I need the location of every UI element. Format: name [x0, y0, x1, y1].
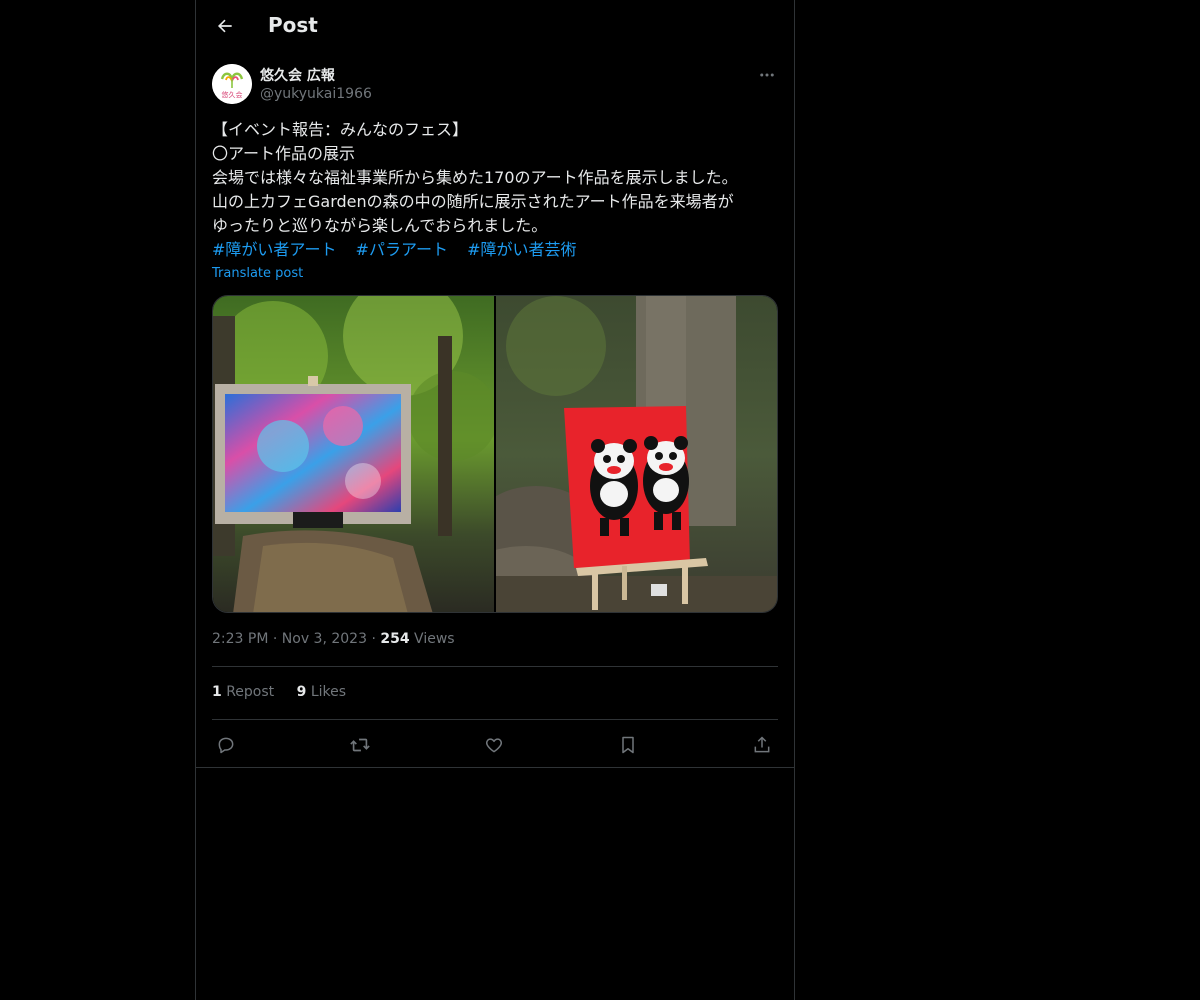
engagement-counts: 1 Repost 9 Likes — [212, 684, 364, 700]
divider — [212, 666, 778, 667]
post-line: 会場では様々な福祉事業所から集めた170のアート作品を展示しました。 — [212, 168, 738, 187]
back-button[interactable] — [208, 9, 242, 43]
repost-icon — [350, 738, 370, 752]
like-icon — [485, 738, 503, 753]
post-bottom-border — [196, 767, 794, 768]
post-author: 悠久会 悠久会 広報 @yukyukai1966 — [212, 64, 778, 108]
translate-post-link[interactable]: Translate post — [212, 266, 303, 281]
bookmark-button[interactable] — [614, 731, 642, 759]
author-handle[interactable]: @yukyukai1966 — [260, 86, 372, 102]
views-label: Views — [414, 631, 455, 647]
more-button[interactable] — [756, 64, 778, 86]
repost-button[interactable] — [346, 731, 374, 759]
meta-separator: · — [371, 631, 376, 647]
likes-count: 9 — [296, 684, 307, 700]
post-meta: 2:23 PM · Nov 3, 2023 · 254 Views — [212, 631, 455, 647]
avatar-logo: 悠久会 — [212, 64, 252, 104]
share-button[interactable] — [748, 731, 776, 759]
author-display-name[interactable]: 悠久会 広報 — [260, 65, 335, 85]
post-body: 【イベント報告：みんなのフェス】 〇アート作品の展示 会場では様々な福祉事業所か… — [212, 118, 778, 238]
photo-panda-painting[interactable] — [496, 296, 777, 612]
reposts-label: Repost — [226, 684, 275, 700]
like-button[interactable] — [480, 731, 508, 759]
photo-abstract-painting-image — [213, 296, 494, 612]
arrow-left-icon — [217, 19, 232, 33]
svg-text:悠久会: 悠久会 — [222, 90, 243, 99]
hashtag-link[interactable]: #障がい者芸術 — [467, 240, 576, 259]
post-line: 山の上カフェGardenの森の中の随所に展示されたアート作品を来場者が — [212, 192, 734, 211]
photo-panda-painting-image — [496, 296, 777, 612]
divider — [212, 719, 778, 720]
hashtag-list: #障がい者アート #パラアート #障がい者芸術 — [212, 238, 591, 262]
views-count: 254 — [380, 631, 410, 647]
likes-link[interactable]: 9 Likes — [297, 684, 346, 700]
reply-icon — [218, 737, 234, 754]
more-horizontal-icon — [760, 73, 774, 77]
reposts-link[interactable]: 1 Repost — [212, 684, 279, 700]
media-grid — [212, 295, 778, 613]
action-bar — [212, 731, 778, 759]
post-time[interactable]: 2:23 PM — [212, 631, 268, 647]
avatar[interactable]: 悠久会 — [212, 64, 252, 104]
reposts-count: 1 — [212, 684, 222, 700]
hashtag-link[interactable]: #障がい者アート — [212, 240, 336, 259]
post-line: 〇アート作品の展示 — [212, 144, 356, 163]
photo-abstract-painting[interactable] — [213, 296, 494, 612]
page-title: Post — [268, 13, 318, 37]
likes-label: Likes — [310, 684, 347, 700]
bookmark-icon — [622, 736, 634, 754]
post-column: Post 悠久会 悠久会 広報 @yukyukai1966 【イベント報告：みん… — [195, 0, 795, 1000]
hashtag-link[interactable]: #パラアート — [356, 240, 448, 259]
meta-separator: · — [272, 631, 278, 647]
reply-button[interactable] — [212, 731, 240, 759]
header-bar: Post — [196, 0, 794, 53]
post-line: ゆったりと巡りながら楽しんでおられました。 — [212, 216, 548, 235]
post-date[interactable]: Nov 3, 2023 — [282, 631, 367, 647]
post-line: 【イベント報告：みんなのフェス】 — [212, 120, 469, 139]
share-icon — [754, 736, 770, 753]
